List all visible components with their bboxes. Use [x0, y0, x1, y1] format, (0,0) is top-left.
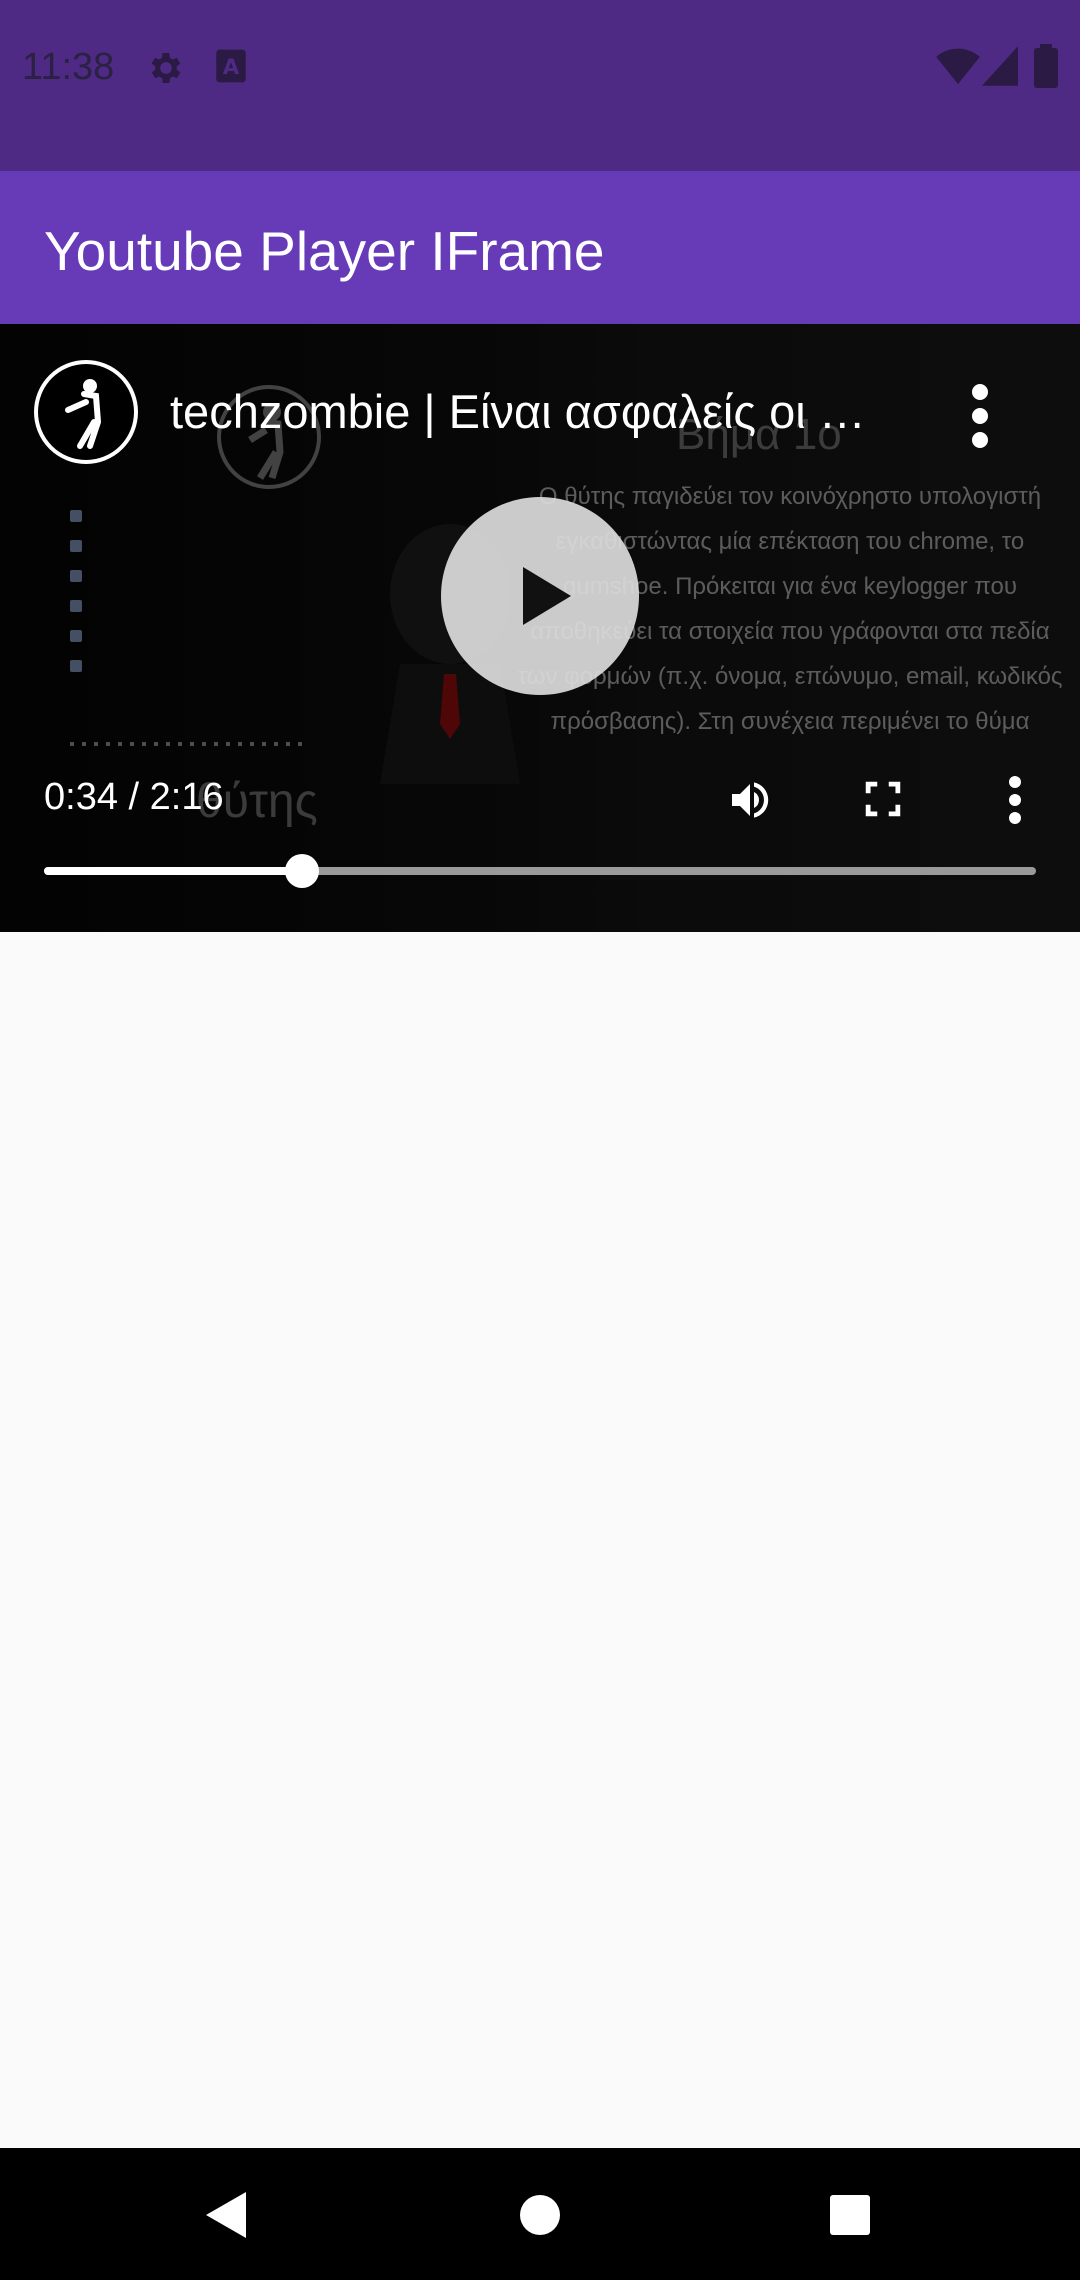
volume-icon[interactable] — [726, 776, 774, 829]
home-icon[interactable] — [505, 2180, 575, 2250]
wifi-icon — [936, 46, 980, 91]
play-icon — [523, 567, 571, 625]
cell-signal-icon — [982, 46, 1018, 91]
app-bar: Youtube Player IFrame — [0, 171, 1080, 324]
fullscreen-icon[interactable] — [860, 776, 906, 827]
progress-played — [44, 867, 302, 875]
duration: 2:16 — [149, 776, 224, 818]
current-time: 0:34 — [44, 776, 118, 818]
channel-avatar[interactable] — [34, 360, 138, 464]
content-area — [0, 932, 1080, 2148]
navigation-bar — [0, 2148, 1080, 2280]
time-display: 0:34 / 2:16 — [44, 776, 224, 819]
progress-scrubber[interactable] — [284, 854, 319, 888]
back-icon[interactable] — [190, 2180, 260, 2250]
recents-icon[interactable] — [815, 2180, 885, 2250]
keyboard-a-icon: A — [214, 48, 248, 89]
app-title: Youtube Player IFrame — [44, 220, 605, 282]
progress-bar[interactable] — [44, 854, 1036, 888]
status-bar: 11:38 A — [0, 0, 1080, 171]
battery-icon — [1034, 44, 1058, 93]
video-title[interactable]: techzombie | Είναι ασφαλείς οι … — [170, 384, 920, 439]
time-separator: / — [117, 776, 150, 818]
youtube-player[interactable]: Βήμα 1ο Ο θύτης παγιδεύει τον κοινόχρηστ… — [0, 324, 1080, 932]
zombie-logo-icon — [65, 379, 102, 449]
status-time: 11:38 — [22, 46, 115, 88]
play-button[interactable] — [441, 497, 639, 695]
gear-icon — [146, 48, 186, 93]
svg-text:A: A — [223, 55, 240, 80]
more-vert-icon[interactable] — [960, 376, 1000, 456]
settings-more-icon[interactable] — [1000, 774, 1030, 831]
